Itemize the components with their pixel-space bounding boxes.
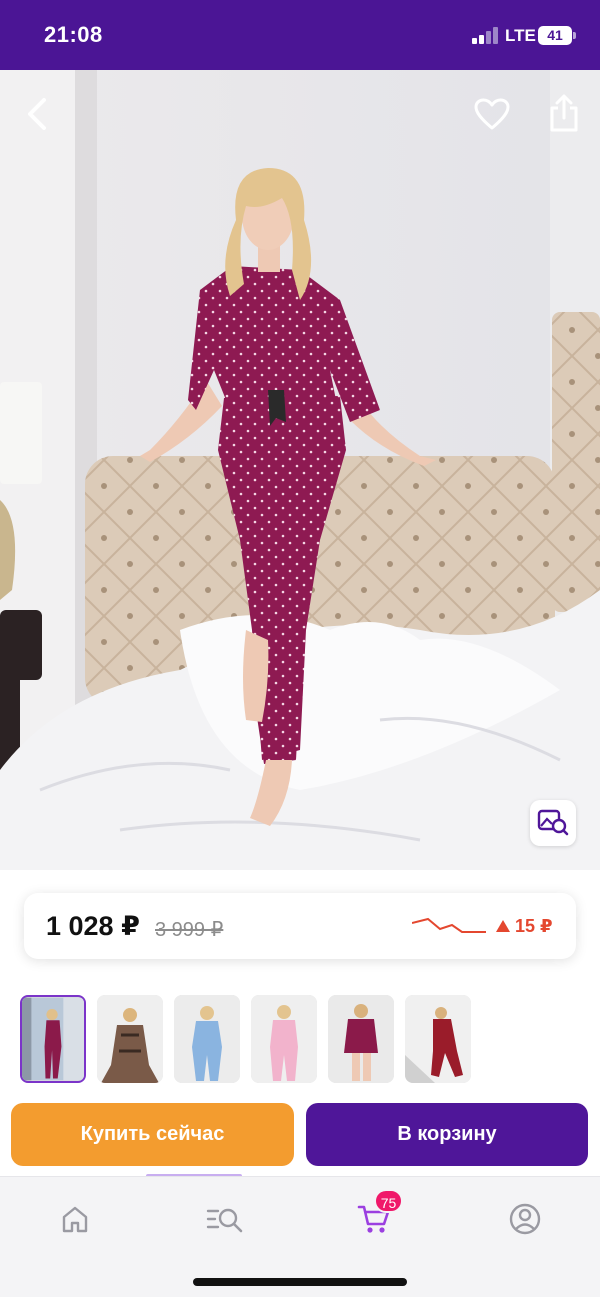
price-trend-chart xyxy=(412,917,486,933)
back-button[interactable] xyxy=(16,94,56,134)
network-type: LTE xyxy=(505,26,536,45)
home-indicator[interactable] xyxy=(193,1278,407,1286)
thumbnail[interactable] xyxy=(328,995,394,1083)
status-time: 21:08 xyxy=(44,22,103,47)
battery-tip xyxy=(573,32,576,39)
thumbnail[interactable] xyxy=(251,995,317,1083)
thumbnail-image xyxy=(97,995,163,1083)
price-card[interactable]: 1 028 ₽ 3 999 ₽ 15 ₽ xyxy=(24,893,576,959)
favorite-button[interactable] xyxy=(470,92,514,136)
add-to-cart-button[interactable]: В корзину xyxy=(306,1103,588,1166)
product-image[interactable] xyxy=(0,70,600,870)
thumbnail-image xyxy=(174,995,240,1083)
product-photo xyxy=(0,70,600,870)
tab-profile[interactable] xyxy=(503,1199,547,1239)
current-price: 1 028 ₽ xyxy=(46,911,140,941)
thumbnail-image xyxy=(22,997,84,1081)
image-search-icon xyxy=(537,809,569,836)
battery-indicator: 41 xyxy=(538,26,572,45)
thumbnail-image xyxy=(405,995,471,1083)
tab-home[interactable] xyxy=(53,1199,97,1239)
thumbnail-image xyxy=(328,995,394,1083)
buy-now-button[interactable]: Купить сейчас xyxy=(11,1103,294,1166)
cart-count-badge: 75 xyxy=(374,1189,403,1213)
thumbnail[interactable] xyxy=(20,995,86,1083)
image-search-button[interactable] xyxy=(530,800,576,846)
old-price: 3 999 ₽ xyxy=(155,919,224,941)
status-bar: 21:08 LTE 41 xyxy=(0,0,600,70)
thumbnail[interactable] xyxy=(405,995,471,1083)
signal-icon xyxy=(472,27,498,44)
heart-icon xyxy=(474,98,510,130)
thumbnail-image xyxy=(251,995,317,1083)
catalog-search-icon xyxy=(206,1208,243,1233)
price-change: 15 ₽ xyxy=(515,916,553,936)
thumbnail[interactable] xyxy=(97,995,163,1083)
back-icon xyxy=(28,98,46,130)
tab-catalog[interactable] xyxy=(203,1199,247,1239)
price-up-icon xyxy=(496,920,510,932)
profile-icon xyxy=(509,1203,541,1235)
thumbnail[interactable] xyxy=(174,995,240,1083)
thumbnail-strip xyxy=(20,995,580,1083)
share-button[interactable] xyxy=(542,90,586,136)
share-icon xyxy=(550,94,578,132)
home-icon xyxy=(62,1206,88,1233)
